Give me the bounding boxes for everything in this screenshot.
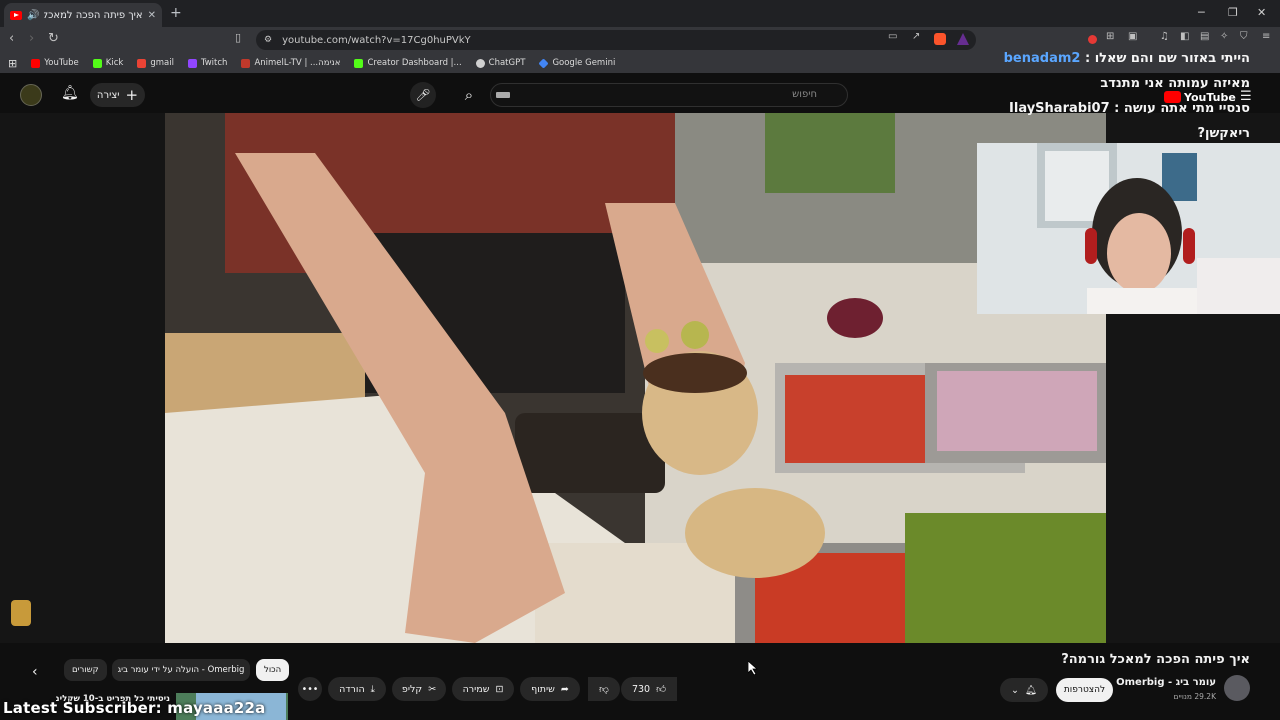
- bookmark-youtube[interactable]: YouTube: [31, 58, 79, 68]
- bookmark-chatgpt[interactable]: ChatGPT: [475, 58, 525, 68]
- overlay-avatar-emblem: [11, 600, 31, 626]
- close-tab-icon[interactable]: ✕: [148, 10, 156, 21]
- bookmark-twitch[interactable]: Twitch: [187, 58, 227, 68]
- url-text: youtube.com/watch?v=17Cg0huPVkY: [282, 34, 471, 46]
- extension-icon[interactable]: ▣: [1128, 31, 1137, 42]
- mouse-cursor-icon: [748, 661, 758, 675]
- voice-search-icon[interactable]: 🎤︎: [410, 82, 436, 108]
- new-tab-button[interactable]: +: [170, 5, 182, 21]
- channel-name[interactable]: עומר ביג - Omerbig: [1116, 677, 1216, 688]
- tab-title: איך פיתה הפכה למאכל גורמה?: [44, 9, 143, 21]
- subscriber-count: 29.2K מנויים: [1173, 692, 1216, 701]
- download-button[interactable]: הורדה ⤓: [328, 677, 386, 701]
- scissors-icon: ✂: [428, 683, 437, 695]
- maximize-button[interactable]: ❐: [1228, 6, 1238, 19]
- kick-icon: [92, 58, 102, 68]
- hamburger-menu-icon[interactable]: ☰: [1240, 89, 1252, 104]
- music-icon[interactable]: ♫: [1160, 31, 1169, 42]
- like-button[interactable]: 730 👍︎: [621, 677, 677, 701]
- bookmark-icon[interactable]: ▯: [235, 31, 241, 44]
- share-page-icon[interactable]: ↗: [912, 31, 920, 42]
- video-title: איך פיתה הפכה למאכל גורמה?: [1061, 652, 1250, 667]
- thumbs-up-icon: 👍︎: [656, 684, 667, 695]
- dislike-button[interactable]: 👎︎: [588, 677, 620, 701]
- chatgpt-icon: [475, 58, 485, 68]
- youtube-play-icon: [1164, 91, 1181, 103]
- more-horizontal-icon: •••: [301, 683, 319, 695]
- menu-icon[interactable]: ≡: [1262, 31, 1270, 42]
- plus-icon: +: [125, 86, 139, 104]
- account-avatar[interactable]: [20, 84, 42, 106]
- youtube-icon: [31, 58, 41, 68]
- wallet-icon[interactable]: ▤: [1200, 31, 1209, 42]
- keyboard-icon[interactable]: [496, 92, 510, 98]
- minimize-button[interactable]: ─: [1198, 6, 1205, 19]
- thumbs-down-icon: 👎︎: [599, 684, 609, 695]
- bookmark-gmail[interactable]: gmail: [137, 58, 174, 68]
- sidebar-icon[interactable]: ◧: [1180, 31, 1189, 42]
- chip-all[interactable]: הכול: [256, 659, 290, 681]
- chip-related[interactable]: קשורים: [64, 659, 107, 681]
- gemini-icon: [538, 57, 550, 69]
- ai-icon[interactable]: ✧: [1220, 31, 1228, 42]
- kick-icon: [354, 58, 364, 68]
- channel-avatar[interactable]: [1224, 675, 1250, 701]
- notifications-bell-icon[interactable]: 🔔︎: [61, 85, 79, 101]
- search-icon[interactable]: ⌕: [455, 82, 483, 108]
- video-scene-illustration: [165, 113, 1106, 643]
- webcam-scene: [977, 143, 1280, 314]
- subscribe-button[interactable]: להצטרפות: [1056, 678, 1113, 702]
- bookmark-kick[interactable]: Kick: [92, 58, 123, 68]
- cast-icon[interactable]: ▭: [888, 31, 897, 42]
- notification-toggle-button[interactable]: ⌄ 🔔︎: [1000, 678, 1048, 702]
- chevron-left-icon[interactable]: ‹: [32, 664, 38, 680]
- bell-icon: 🔔︎: [1024, 684, 1038, 696]
- browser-tab-strip: 🔊 איך פיתה הפכה למאכל גורמה? ✕ + ─ ❐ ✕: [0, 0, 1280, 27]
- twitch-icon: [187, 58, 197, 68]
- share-icon: ➦: [560, 683, 569, 695]
- browser-tab-active[interactable]: 🔊 איך פיתה הפכה למאכל גורמה? ✕: [4, 3, 162, 27]
- address-bar[interactable]: ⚙ youtube.com/watch?v=17Cg0huPVkY: [256, 30, 976, 50]
- search-input[interactable]: חיפוש: [490, 83, 848, 107]
- save-button[interactable]: שמירה ⊡: [452, 677, 514, 701]
- bookmark-anime[interactable]: AnimelL-TV | ...אנימה: [241, 58, 340, 68]
- latest-subscriber-overlay: Latest Subscriber: mayaaa22a: [3, 699, 266, 717]
- chevron-down-icon: ⌄: [1010, 684, 1019, 696]
- more-actions-button[interactable]: •••: [298, 677, 322, 701]
- forward-icon[interactable]: ›: [29, 31, 34, 46]
- extension-record-icon[interactable]: [1088, 35, 1097, 44]
- vpn-icon[interactable]: ⛉: [1240, 31, 1248, 42]
- chat-message: הייתי באזור שם והם שאלו : benadam2: [1003, 51, 1250, 66]
- gmail-icon: [137, 58, 147, 68]
- apps-icon[interactable]: ⊞: [8, 57, 17, 70]
- streamer-webcam: [977, 143, 1280, 314]
- create-button[interactable]: יצירה +: [90, 83, 145, 107]
- download-icon: ⤓: [370, 683, 375, 695]
- site-settings-icon[interactable]: ⚙: [264, 35, 272, 45]
- reload-icon[interactable]: ↻: [48, 31, 59, 46]
- extension-icon[interactable]: ⊞: [1106, 31, 1114, 42]
- video-frame[interactable]: [165, 113, 1106, 643]
- close-window-button[interactable]: ✕: [1257, 6, 1266, 19]
- brave-shield-icon[interactable]: [934, 33, 946, 45]
- clip-button[interactable]: קליפ ✂: [392, 677, 446, 701]
- youtube-logo: YouTube: [1164, 89, 1236, 105]
- back-icon[interactable]: ‹: [9, 31, 14, 46]
- bookmark-gemini[interactable]: Google Gemini: [538, 57, 615, 69]
- share-button[interactable]: שיתוף ➦: [520, 677, 580, 701]
- bookmark-creator-dashboard[interactable]: Creator Dashboard |...: [354, 58, 462, 68]
- speaker-icon[interactable]: 🔊: [27, 10, 39, 21]
- youtube-favicon-icon: [10, 10, 22, 20]
- anime-site-icon: [241, 58, 251, 68]
- bookmark-save-icon: ⊡: [495, 683, 504, 695]
- chip-uploaded-by[interactable]: הועלה על ידי עומר ביג - Omerbig: [112, 659, 250, 681]
